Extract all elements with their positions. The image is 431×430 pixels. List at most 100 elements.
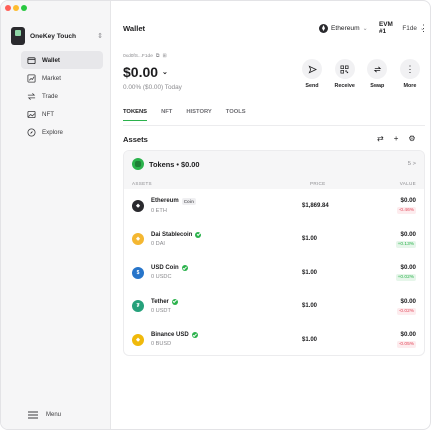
token-value: $0.00 bbox=[400, 230, 416, 238]
token-price: $1.00 bbox=[302, 269, 318, 276]
gear-icon[interactable]: ⚙ bbox=[408, 134, 415, 143]
tether-icon: ₮ bbox=[132, 300, 144, 313]
token-value: $0.00 bbox=[400, 297, 416, 305]
chart-icon bbox=[27, 73, 36, 83]
token-row-dai[interactable]: ◈ Dai Stablecoin 0 DAI $1.00 $0.00 +0.13% bbox=[124, 223, 424, 257]
ethereum-icon: ◆ bbox=[132, 199, 144, 212]
token-group-icon bbox=[132, 158, 144, 170]
dai-icon: ◈ bbox=[132, 233, 144, 246]
qr-icon[interactable]: ⊞ bbox=[162, 53, 166, 59]
maximize-window-button[interactable] bbox=[21, 5, 27, 11]
menu-button[interactable]: Menu bbox=[28, 411, 61, 419]
column-assets: ASSETS bbox=[132, 180, 152, 186]
token-row-usdc[interactable]: $ USD Coin 0 USDC $1.00 $0.00 +0.02% bbox=[124, 256, 424, 290]
verified-icon bbox=[171, 298, 178, 305]
token-value: $0.00 bbox=[400, 331, 416, 339]
token-value: $0.00 bbox=[400, 197, 416, 205]
sidebar-item-label: Trade bbox=[42, 92, 58, 100]
token-balance: 0 USDC bbox=[151, 274, 172, 281]
main-content: Wallet Ethereum ⌄ EVM #1 F1de ⌄ ⋮ 0xd0fS… bbox=[111, 1, 430, 429]
token-price: $1,869.84 bbox=[302, 202, 329, 209]
tab-nft[interactable]: NFT bbox=[161, 109, 172, 121]
verified-icon bbox=[181, 265, 188, 272]
token-balance: 0 DAI bbox=[151, 240, 165, 247]
close-window-button[interactable] bbox=[5, 5, 11, 11]
wallet-address: 0xd0fS...F1de ⧉ ⊞ bbox=[123, 53, 167, 59]
device-selector[interactable]: OneKey Touch ⇕ bbox=[11, 25, 103, 47]
verified-icon bbox=[191, 332, 198, 339]
more-button[interactable]: ⋮ More bbox=[395, 59, 425, 89]
swap-icon bbox=[367, 59, 388, 79]
tokens-card: Tokens • $0.00 5 > ASSETS PRICE VALUE ◆ … bbox=[123, 150, 425, 356]
sidebar-item-nft[interactable]: NFT bbox=[21, 105, 103, 123]
swap-button[interactable]: Swap bbox=[362, 59, 392, 89]
refresh-icon[interactable]: ⇄ bbox=[377, 134, 384, 143]
coin-badge: Coin bbox=[181, 197, 196, 205]
column-value: VALUE bbox=[399, 180, 416, 186]
binance-icon: ◆ bbox=[132, 333, 144, 346]
network-selector[interactable]: Ethereum ⌄ bbox=[319, 23, 368, 33]
address-text: 0xd0fS...F1de bbox=[123, 53, 153, 59]
token-name: Dai Stablecoin bbox=[151, 231, 193, 238]
tab-history[interactable]: HISTORY bbox=[186, 109, 211, 121]
app-window: OneKey Touch ⇕ Wallet Market Trade NFT E… bbox=[0, 0, 431, 430]
account-name: EVM #1 bbox=[379, 21, 393, 35]
tab-bar: TOKENS NFT HISTORY TOOLS bbox=[123, 109, 246, 121]
menu-label: Menu bbox=[46, 412, 62, 418]
add-icon[interactable]: + bbox=[394, 134, 399, 143]
sidebar-item-market[interactable]: Market bbox=[21, 69, 103, 87]
receive-button[interactable]: Receive bbox=[330, 59, 360, 89]
more-label: More bbox=[403, 83, 417, 89]
balance-change: 0.00% ($0.00) Today bbox=[123, 84, 182, 91]
chevron-down-icon[interactable]: ⌄ bbox=[162, 68, 168, 76]
more-options-icon[interactable]: ⋮ bbox=[419, 23, 428, 34]
more-icon: ⋮ bbox=[399, 59, 420, 79]
token-price: $1.00 bbox=[302, 236, 318, 243]
tab-divider bbox=[123, 125, 425, 126]
account-id: F1de bbox=[402, 24, 417, 32]
token-name: Binance USD bbox=[151, 332, 189, 339]
token-name: Tether bbox=[151, 298, 169, 305]
action-bar: Send Receive Swap ⋮ More bbox=[297, 59, 425, 89]
top-bar: Wallet Ethereum ⌄ EVM #1 F1de ⌄ ⋮ bbox=[123, 21, 428, 35]
receive-label: Receive bbox=[334, 83, 355, 89]
swap-icon bbox=[27, 92, 36, 100]
tokens-count: 5 > bbox=[407, 161, 416, 167]
token-value: $0.00 bbox=[400, 264, 416, 272]
balance: $0.00 ⌄ bbox=[123, 64, 168, 80]
usdc-icon: $ bbox=[132, 266, 144, 279]
network-name: Ethereum bbox=[331, 24, 360, 32]
device-icon bbox=[11, 27, 25, 45]
send-button[interactable]: Send bbox=[297, 59, 327, 89]
page-title: Wallet bbox=[123, 23, 146, 33]
sidebar-item-label: Wallet bbox=[42, 56, 60, 64]
token-change: +0.02% bbox=[395, 274, 416, 282]
copy-icon[interactable]: ⧉ bbox=[156, 53, 160, 59]
token-row-busd[interactable]: ◆ Binance USD 0 BUSD $1.00 $0.00 -0.05% bbox=[124, 323, 424, 355]
token-change: -0.46% bbox=[396, 207, 416, 215]
sidebar-item-trade[interactable]: Trade bbox=[21, 87, 103, 105]
assets-toolbar: ⇄ + ⚙ bbox=[377, 134, 416, 143]
tokens-header[interactable]: Tokens • $0.00 5 > bbox=[124, 151, 424, 177]
sidebar-item-wallet[interactable]: Wallet bbox=[21, 51, 103, 69]
send-label: Send bbox=[305, 83, 319, 89]
token-price: $1.00 bbox=[302, 303, 318, 310]
token-name: USD Coin bbox=[151, 265, 179, 272]
minimize-window-button[interactable] bbox=[13, 5, 19, 11]
compass-icon bbox=[27, 127, 36, 137]
tab-tokens[interactable]: TOKENS bbox=[123, 109, 148, 121]
wallet-icon bbox=[27, 56, 36, 64]
tab-tools[interactable]: TOOLS bbox=[226, 109, 246, 121]
token-balance: 0 ETH bbox=[151, 207, 167, 214]
token-row-ethereum[interactable]: ◆ Ethereum Coin 0 ETH $1,869.84 $0.00 -0.4… bbox=[124, 189, 424, 223]
token-balance: 0 BUSD bbox=[151, 341, 172, 348]
sidebar-item-label: Market bbox=[42, 74, 61, 82]
token-row-tether[interactable]: ₮ Tether 0 USDT $1.00 $0.00 -0.02% bbox=[124, 290, 424, 324]
token-name: Ethereum bbox=[151, 198, 179, 205]
verified-icon bbox=[195, 231, 202, 238]
token-price: $1.00 bbox=[302, 336, 318, 343]
token-change: +0.13% bbox=[395, 240, 416, 248]
chevron-down-icon: ⌄ bbox=[362, 25, 368, 32]
device-name: OneKey Touch bbox=[30, 32, 77, 40]
sidebar-item-explore[interactable]: Explore bbox=[21, 123, 103, 141]
